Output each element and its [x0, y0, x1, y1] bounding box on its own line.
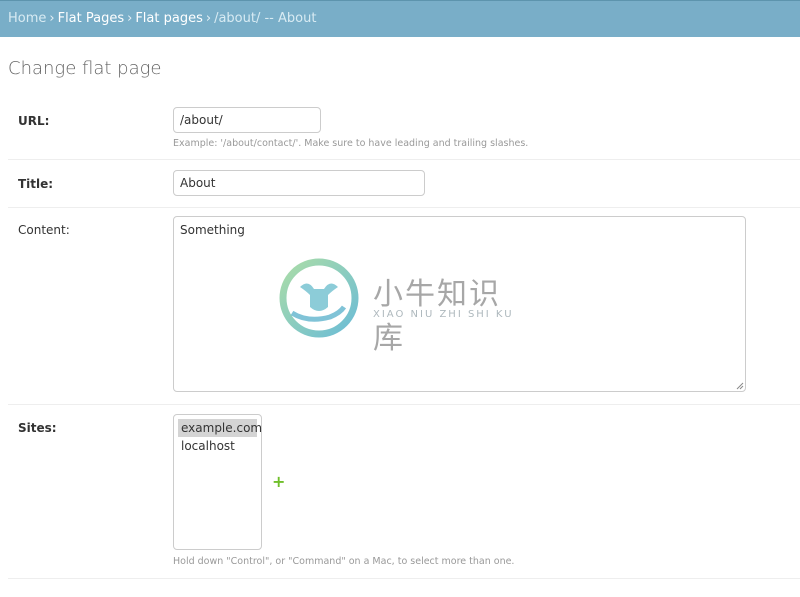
breadcrumb-home-link[interactable]: Home [8, 11, 46, 26]
url-input[interactable] [173, 107, 321, 133]
site-option[interactable]: localhost [178, 437, 257, 455]
content-textarea[interactable]: Something [173, 216, 746, 392]
breadcrumb-separator: › [127, 11, 133, 26]
resize-handle-icon[interactable] [736, 382, 744, 390]
content-label: Content: [18, 223, 70, 237]
form-row-sites: Sites: example.com localhost + Hold down… [8, 405, 800, 579]
title-label: Title: [18, 177, 54, 191]
breadcrumb-app-link[interactable]: Flat Pages [58, 11, 125, 26]
site-option[interactable]: example.com [178, 419, 262, 437]
sites-multi-select[interactable]: example.com localhost [173, 414, 262, 550]
breadcrumb-separator: › [205, 11, 212, 26]
page-title: Change flat page [8, 58, 162, 79]
url-help-text: Example: '/about/contact/'. Make sure to… [173, 138, 529, 149]
breadcrumb-separator: › [49, 11, 55, 26]
breadcrumb: Home › Flat Pages › Flat pages ›/about/ -- Ab… [0, 0, 800, 37]
breadcrumb-current: /about/ -- About [214, 11, 317, 26]
url-label: URL: [18, 114, 50, 128]
sites-help-text: Hold down "Control", or "Command" on a M… [173, 556, 515, 567]
breadcrumb-model-link[interactable]: Flat pages [135, 11, 203, 26]
sites-label: Sites: [18, 421, 57, 435]
form-row-url: URL: Example: '/about/contact/'. Make su… [8, 100, 800, 160]
title-input[interactable] [173, 170, 425, 196]
form-row-content: Content: Something [8, 208, 800, 405]
form-row-title: Title: [8, 160, 800, 208]
add-site-plus-icon[interactable]: + [272, 472, 285, 491]
